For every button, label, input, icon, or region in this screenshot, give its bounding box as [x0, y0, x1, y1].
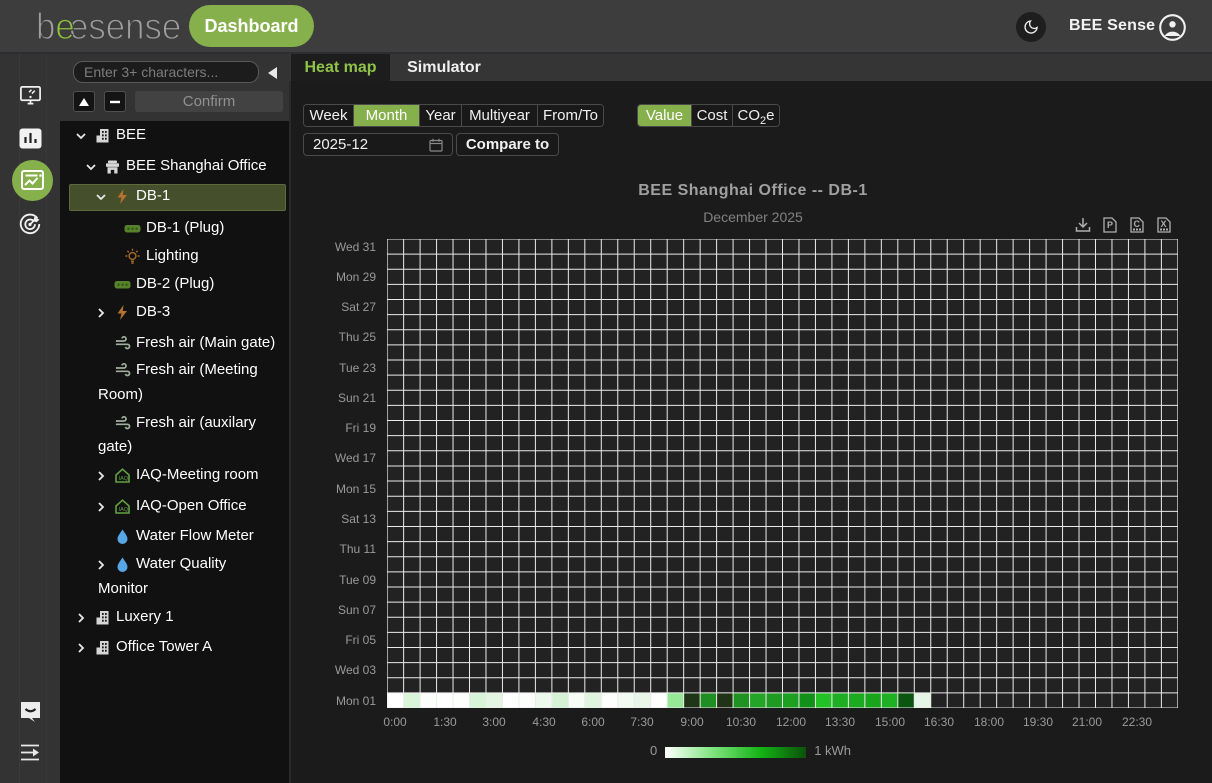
svg-text:C: C: [1134, 219, 1141, 229]
svg-text:IAQ: IAQ: [119, 476, 129, 482]
svg-text:X: X: [1161, 219, 1167, 229]
svg-text:IAQ: IAQ: [119, 507, 129, 513]
svg-text:P: P: [1107, 220, 1113, 230]
